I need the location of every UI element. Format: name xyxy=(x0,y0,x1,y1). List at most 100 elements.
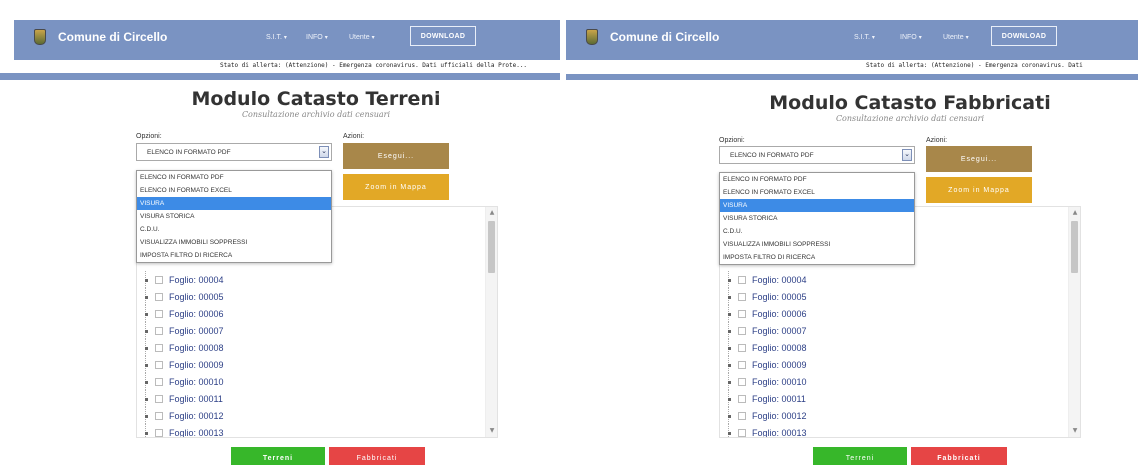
dropdown-option[interactable]: IMPOSTA FILTRO DI RICERCA xyxy=(137,249,331,262)
nav-info-menu[interactable]: INFO ▾ xyxy=(900,34,922,41)
tree-item-label[interactable]: Foglio: 00013 xyxy=(752,428,807,438)
checkbox[interactable] xyxy=(738,360,746,369)
checkbox[interactable] xyxy=(738,343,746,352)
esegui-button[interactable]: Esegui... xyxy=(343,143,449,169)
tree-item-label[interactable]: Foglio: 00009 xyxy=(752,360,807,370)
tree-item[interactable]: Foglio: 00010 xyxy=(720,373,1080,390)
download-button[interactable]: DOWNLOAD xyxy=(991,26,1057,46)
tree-item-label[interactable]: Foglio: 00007 xyxy=(752,326,807,336)
tree-item[interactable]: Foglio: 00009 xyxy=(137,356,497,373)
terreni-button[interactable]: Terreni xyxy=(813,447,907,465)
scroll-up-icon[interactable]: ▲ xyxy=(1069,207,1080,219)
tree-item-label[interactable]: Foglio: 00011 xyxy=(752,394,806,404)
tree-item-label[interactable]: Foglio: 00011 xyxy=(169,394,223,404)
tree-item[interactable]: Foglio: 00006 xyxy=(137,305,497,322)
download-button[interactable]: DOWNLOAD xyxy=(410,26,476,46)
dropdown-option[interactable]: VISUALIZZA IMMOBILI SOPPRESSI xyxy=(137,236,331,249)
checkbox[interactable] xyxy=(155,428,163,437)
checkbox[interactable] xyxy=(155,377,163,386)
tree-item[interactable]: Foglio: 00008 xyxy=(720,339,1080,356)
opzioni-select[interactable]: ELENCO IN FORMATO PDF ⌄ xyxy=(136,143,332,161)
checkbox[interactable] xyxy=(155,360,163,369)
tree-item-label[interactable]: Foglio: 00009 xyxy=(169,360,224,370)
tree-item-label[interactable]: Foglio: 00006 xyxy=(169,309,224,319)
tree-item[interactable]: Foglio: 00013 xyxy=(720,424,1080,438)
tree-item-label[interactable]: Foglio: 00010 xyxy=(169,377,224,387)
tree-item[interactable]: Foglio: 00004 xyxy=(720,271,1080,288)
fabbricati-button[interactable]: Fabbricati xyxy=(329,447,425,465)
tree-item[interactable]: Foglio: 00006 xyxy=(720,305,1080,322)
tree-item[interactable]: Foglio: 00012 xyxy=(137,407,497,424)
tree-item[interactable]: Foglio: 00011 xyxy=(720,390,1080,407)
opzioni-dropdown[interactable]: ELENCO IN FORMATO PDF ELENCO IN FORMATO E… xyxy=(719,172,915,265)
tree-item-label[interactable]: Foglio: 00013 xyxy=(169,428,224,438)
tree-item[interactable]: Foglio: 00010 xyxy=(137,373,497,390)
tree-item[interactable]: Foglio: 00009 xyxy=(720,356,1080,373)
tree-item[interactable]: Foglio: 00011 xyxy=(137,390,497,407)
tree-item[interactable]: Foglio: 00004 xyxy=(137,271,497,288)
tree-item-label[interactable]: Foglio: 00008 xyxy=(752,343,807,353)
nav-utente-menu[interactable]: Utente ▾ xyxy=(943,34,969,41)
checkbox[interactable] xyxy=(155,326,163,335)
checkbox[interactable] xyxy=(738,394,746,403)
tree-item-label[interactable]: Foglio: 00006 xyxy=(752,309,807,319)
tree-item-label[interactable]: Foglio: 00010 xyxy=(752,377,807,387)
tree-item[interactable]: Foglio: 00007 xyxy=(720,322,1080,339)
nav-info-menu[interactable]: INFO ▾ xyxy=(306,34,328,41)
dropdown-option[interactable]: VISUALIZZA IMMOBILI SOPPRESSI xyxy=(720,238,914,251)
scrollbar[interactable]: ▲ ▼ xyxy=(1068,207,1080,437)
tree-item-label[interactable]: Foglio: 00005 xyxy=(169,292,224,302)
scroll-thumb[interactable] xyxy=(1071,221,1078,273)
tree-item-label[interactable]: Foglio: 00008 xyxy=(169,343,224,353)
scroll-down-icon[interactable]: ▼ xyxy=(486,425,497,437)
scroll-thumb[interactable] xyxy=(488,221,495,273)
terreni-button[interactable]: Terreni xyxy=(231,447,325,465)
checkbox[interactable] xyxy=(155,275,163,284)
dropdown-option[interactable]: ELENCO IN FORMATO PDF xyxy=(720,173,914,186)
checkbox[interactable] xyxy=(738,411,746,420)
dropdown-option[interactable]: VISURA xyxy=(720,199,914,212)
checkbox[interactable] xyxy=(155,343,163,352)
dropdown-option[interactable]: C.D.U. xyxy=(137,223,331,236)
dropdown-option[interactable]: VISURA STORICA xyxy=(137,210,331,223)
tree-item[interactable]: Foglio: 00005 xyxy=(720,288,1080,305)
dropdown-option[interactable]: ELENCO IN FORMATO EXCEL xyxy=(720,186,914,199)
tree-item-label[interactable]: Foglio: 00012 xyxy=(752,411,807,421)
scroll-up-icon[interactable]: ▲ xyxy=(486,207,497,219)
checkbox[interactable] xyxy=(155,394,163,403)
checkbox[interactable] xyxy=(738,326,746,335)
scroll-down-icon[interactable]: ▼ xyxy=(1069,425,1080,437)
dropdown-option[interactable]: ELENCO IN FORMATO EXCEL xyxy=(137,184,331,197)
tree-item[interactable]: Foglio: 00008 xyxy=(137,339,497,356)
brand[interactable]: Comune di Circello xyxy=(586,29,719,45)
opzioni-select[interactable]: ELENCO IN FORMATO PDF ⌄ xyxy=(719,146,915,164)
chevron-down-icon[interactable]: ⌄ xyxy=(902,149,912,161)
zoom-in-mappa-button[interactable]: Zoom in Mappa xyxy=(926,177,1032,203)
tree-item-label[interactable]: Foglio: 00012 xyxy=(169,411,224,421)
brand[interactable]: Comune di Circello xyxy=(34,29,167,45)
chevron-down-icon[interactable]: ⌄ xyxy=(319,146,329,158)
checkbox[interactable] xyxy=(738,428,746,437)
tree-item-label[interactable]: Foglio: 00004 xyxy=(752,275,807,285)
checkbox[interactable] xyxy=(155,292,163,301)
tree-item[interactable]: Foglio: 00012 xyxy=(720,407,1080,424)
checkbox[interactable] xyxy=(738,292,746,301)
tree-item-label[interactable]: Foglio: 00004 xyxy=(169,275,224,285)
scrollbar[interactable]: ▲ ▼ xyxy=(485,207,497,437)
tree-item-label[interactable]: Foglio: 00007 xyxy=(169,326,224,336)
checkbox[interactable] xyxy=(155,411,163,420)
tree-item-label[interactable]: Foglio: 00005 xyxy=(752,292,807,302)
checkbox[interactable] xyxy=(738,377,746,386)
tree-item[interactable]: Foglio: 00005 xyxy=(137,288,497,305)
nav-utente-menu[interactable]: Utente ▾ xyxy=(349,34,375,41)
nav-sit-menu[interactable]: S.I.T. ▾ xyxy=(266,34,287,41)
checkbox[interactable] xyxy=(155,309,163,318)
fabbricati-button[interactable]: Fabbricati xyxy=(911,447,1007,465)
dropdown-option[interactable]: VISURA STORICA xyxy=(720,212,914,225)
zoom-in-mappa-button[interactable]: Zoom in Mappa xyxy=(343,174,449,200)
tree-item[interactable]: Foglio: 00013 xyxy=(137,424,497,438)
dropdown-option[interactable]: IMPOSTA FILTRO DI RICERCA xyxy=(720,251,914,264)
checkbox[interactable] xyxy=(738,275,746,284)
tree-item[interactable]: Foglio: 00007 xyxy=(137,322,497,339)
checkbox[interactable] xyxy=(738,309,746,318)
